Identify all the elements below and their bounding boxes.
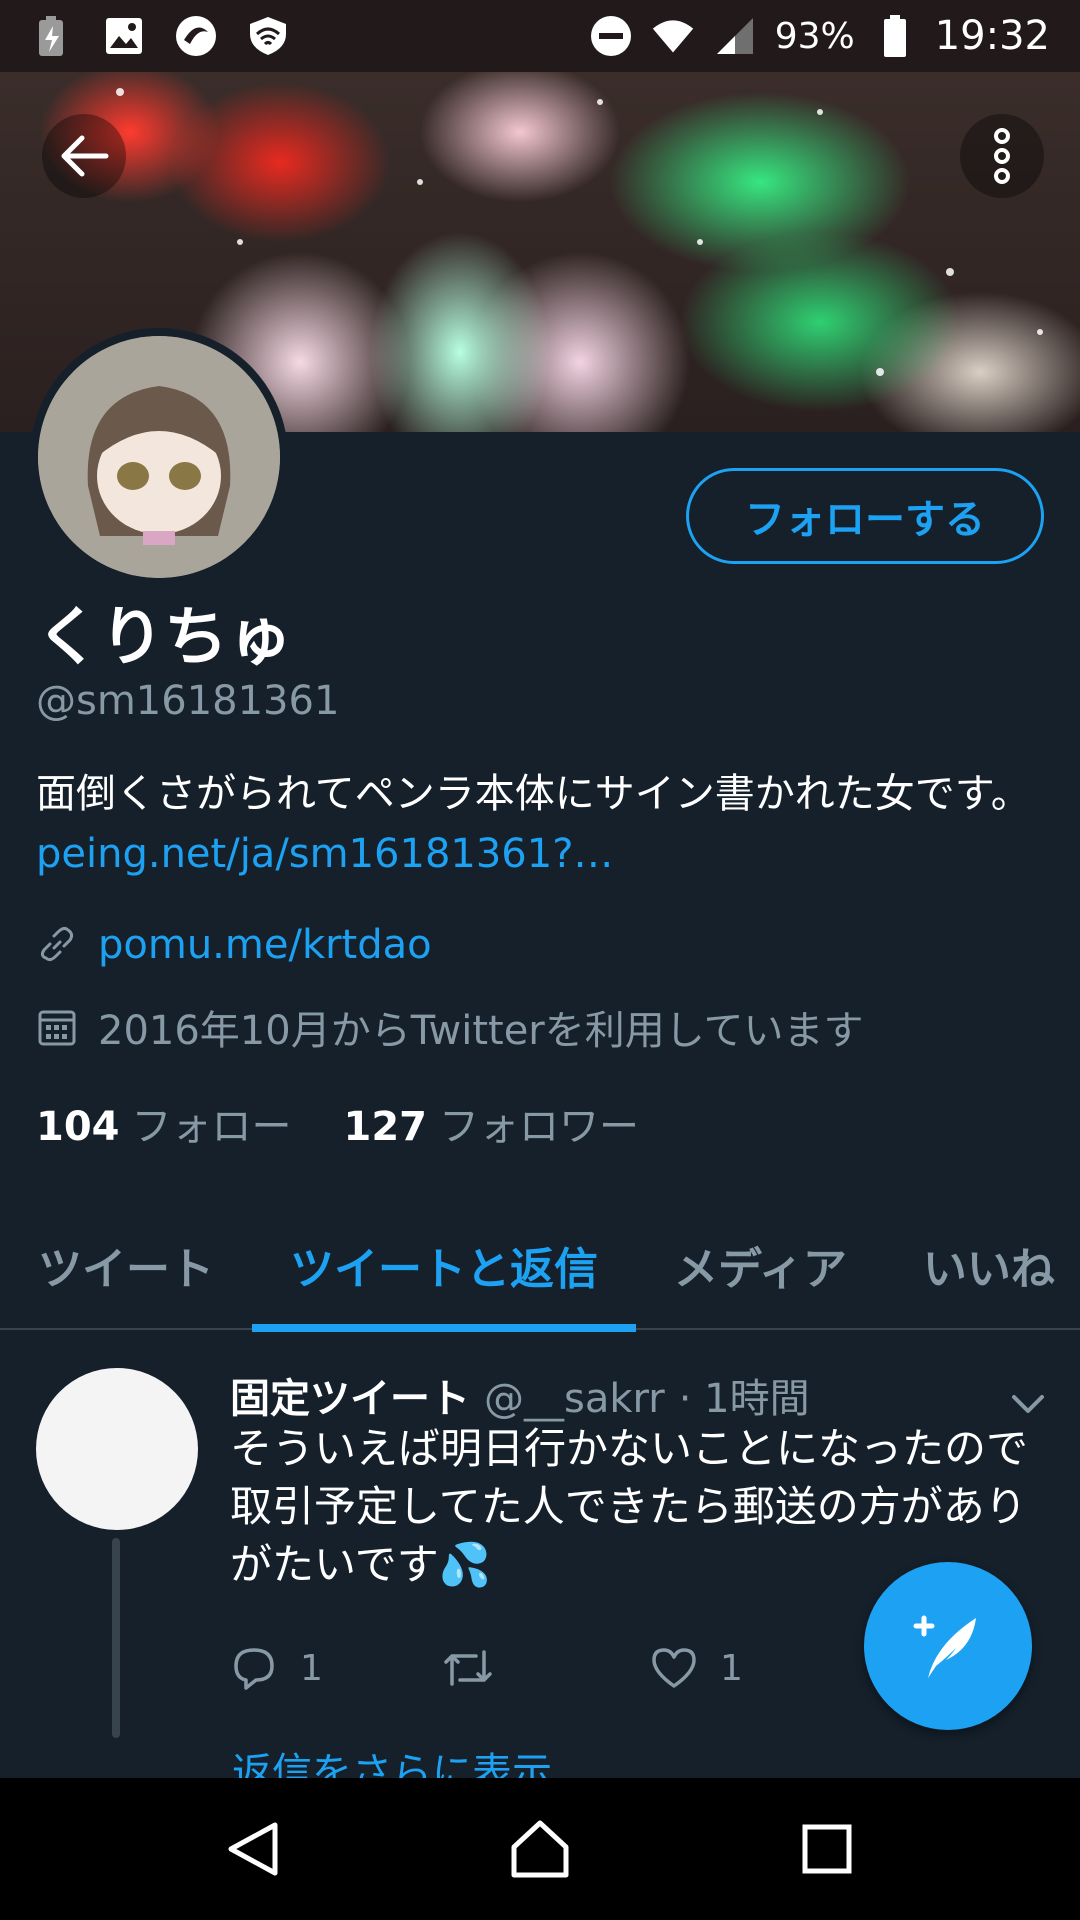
display-name: くりちゅ [36,601,292,675]
followers-stat[interactable]: 127 フォロワー [344,1094,640,1152]
nav-back-button[interactable] [208,1804,298,1894]
more-vertical-icon [994,128,1010,184]
profile-bio: 面倒くさがられてペンラ本体にサイン書かれた女です。 peing.net/ja/sm… [36,764,1046,884]
avatar-image [38,336,280,578]
tweet-avatar[interactable] [36,1368,198,1530]
wifi-icon [651,14,695,58]
calendar-icon [38,1010,76,1046]
tab-tweets-and-replies[interactable]: ツイートと返信 [252,1200,636,1332]
heart-icon [652,1648,696,1688]
nav-home-button[interactable] [495,1804,585,1894]
tweet-handle: @__sakrr [484,1376,665,1422]
join-date: 2016年10月からTwitterを利用しています [98,1008,864,1054]
bio-text: 面倒くさがられてペンラ本体にサイン書かれた女です。 [36,771,1031,817]
user-handle: @sm16181361 [36,678,340,724]
website-row: pomu.me/krtdao [36,922,432,968]
retweet-button[interactable] [440,1644,650,1692]
back-button[interactable] [42,114,126,198]
pinned-label: 固定ツイート [230,1376,470,1422]
nav-recents-button[interactable] [782,1804,872,1894]
show-more-replies-link[interactable]: 返信をさらに表示 [232,1740,552,1778]
app-notification-icon [174,14,218,58]
compose-tweet-button[interactable] [864,1562,1032,1730]
clock: 19:32 [934,13,1050,59]
tab-tweets[interactable]: ツイート [0,1200,252,1330]
compose-tweet-icon [913,1615,976,1678]
nav-recents-icon [802,1824,852,1874]
bio-link[interactable]: peing.net/ja/sm16181361?… [36,831,613,877]
battery-charging-notification-icon [30,14,74,58]
link-icon [40,926,74,962]
do-not-disturb-icon [589,14,633,58]
follow-stats: 104 フォロー 127 フォロワー [36,1094,639,1152]
tab-media[interactable]: メディア [636,1200,885,1330]
chevron-down-icon[interactable] [1008,1384,1048,1424]
nav-back-icon [228,1822,278,1876]
retweet-icon [444,1650,492,1686]
reply-button[interactable]: 1 [230,1644,440,1692]
following-label: フォロー [131,1104,292,1150]
battery-icon [873,14,917,58]
system-nav-bar [0,1778,1080,1920]
like-count: 1 [720,1647,743,1689]
status-bar: 93% 19:32 [0,0,1080,72]
more-options-button[interactable] [960,114,1044,198]
follow-button[interactable]: フォローする [686,468,1044,564]
join-date-row: 2016年10月からTwitterを利用しています [36,998,864,1056]
vpn-shield-icon [246,14,290,58]
website-link[interactable]: pomu.me/krtdao [98,922,432,968]
tweet-header: 固定ツイート @__sakrr · 1時間 [230,1366,810,1424]
following-count: 104 [36,1104,120,1150]
followers-count: 127 [343,1104,428,1150]
tweet-time: · 1時間 [678,1376,810,1422]
profile-avatar[interactable] [30,328,288,586]
nav-home-icon [511,1820,569,1878]
image-notification-icon [102,14,146,58]
thread-line [112,1538,120,1738]
back-arrow-icon [61,135,109,177]
tab-likes[interactable]: いいね [885,1200,1080,1330]
profile-tabs: ツイート ツイートと返信 メディア いいね [0,1200,1080,1332]
battery-percent: 93% [774,15,855,57]
followers-label: フォロワー [439,1104,639,1150]
reply-count: 1 [300,1647,323,1689]
tweet-actions: 1 1 [230,1644,860,1692]
reply-icon [234,1648,274,1690]
following-stat[interactable]: 104 フォロー [36,1094,292,1152]
like-button[interactable]: 1 [650,1644,860,1692]
cell-signal-icon [713,14,757,58]
